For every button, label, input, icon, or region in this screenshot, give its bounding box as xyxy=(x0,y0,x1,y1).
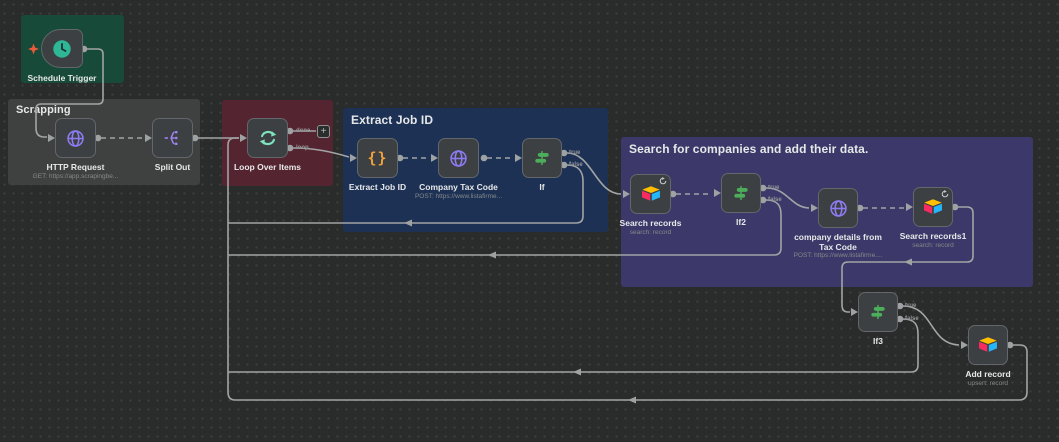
split-out-icon xyxy=(163,128,183,148)
add-node-button[interactable]: + xyxy=(317,125,330,138)
airtable-icon xyxy=(922,196,944,218)
airtable-icon xyxy=(977,334,999,356)
if-filter-icon xyxy=(731,183,751,203)
node-label: If2 xyxy=(736,217,746,227)
globe-icon xyxy=(448,148,469,169)
retry-icon xyxy=(659,177,667,185)
if-filter-icon xyxy=(868,302,888,322)
node-company-tax-code[interactable]: Company Tax Code POST: https://www.lista… xyxy=(438,138,479,178)
node-label: If3 xyxy=(873,336,883,346)
node-loop-over-items[interactable]: Loop Over Items xyxy=(247,118,288,158)
node-http-request[interactable]: HTTP Request GET: https://app.scrapingbe… xyxy=(55,118,96,158)
port-label-if2-true: true xyxy=(768,185,779,192)
port-label-if3-true: true xyxy=(905,303,916,310)
node-company-details-from-tax-code[interactable]: company details from Tax Code POST: http… xyxy=(818,188,858,228)
port-label-if-true: true xyxy=(569,150,580,157)
globe-icon xyxy=(828,198,849,219)
node-label: Search records xyxy=(620,218,682,228)
node-extract-job-id[interactable]: {} Extract Job ID xyxy=(357,138,398,178)
port-label-if3-false: false xyxy=(905,316,919,323)
node-label: Split Out xyxy=(155,162,190,172)
globe-icon xyxy=(65,128,86,149)
node-label: HTTP Request xyxy=(47,162,105,172)
node-add-record[interactable]: Add record upsert: record xyxy=(968,325,1008,365)
node-if2[interactable]: If2 xyxy=(721,173,761,213)
node-label: Add record xyxy=(965,369,1010,379)
sticky-title: Search for companies and add their data. xyxy=(621,137,1033,161)
clock-icon xyxy=(51,38,73,60)
wire-if3-true-to-addrecord xyxy=(903,306,959,345)
retry-icon xyxy=(941,190,949,198)
node-label: Search records1 xyxy=(900,231,967,241)
port-label-if2-false: false xyxy=(768,197,782,204)
workflow-canvas[interactable]: Scrapping Extract Job ID Search for comp… xyxy=(0,0,1059,442)
node-subtitle: POST: https://www.listafirme.... xyxy=(794,252,883,259)
node-split-out[interactable]: Split Out xyxy=(152,118,193,158)
wire-if3-false-feedback xyxy=(228,319,918,372)
node-subtitle: search: record xyxy=(912,242,954,249)
sticky-title: Extract Job ID xyxy=(343,108,608,132)
node-subtitle: GET: https://app.scrapingbe... xyxy=(33,173,119,180)
code-braces-icon: {} xyxy=(367,149,387,167)
node-label: Loop Over Items xyxy=(234,162,301,172)
node-if3[interactable]: If3 xyxy=(858,292,898,332)
node-subtitle: upsert: record xyxy=(968,380,1008,387)
port-label-done: done xyxy=(296,128,310,135)
node-search-records[interactable]: Search records search: record xyxy=(630,174,671,214)
node-label: Extract Job ID xyxy=(349,182,406,192)
node-subtitle: search: record xyxy=(630,229,672,236)
node-label: If xyxy=(539,182,544,192)
node-search-records1[interactable]: Search records1 search: record xyxy=(913,187,953,227)
port-label-loop: loop xyxy=(296,145,309,152)
node-schedule-trigger[interactable]: Schedule Trigger xyxy=(41,29,83,68)
port-label-if-false: false xyxy=(569,162,583,169)
node-subtitle: POST: https://www.listafirme... xyxy=(415,193,502,200)
airtable-icon xyxy=(640,183,662,205)
spark-icon xyxy=(28,43,39,54)
node-label: company details from Tax Code xyxy=(788,232,888,252)
node-if[interactable]: If xyxy=(522,138,562,178)
loop-icon xyxy=(257,127,279,149)
node-label: Schedule Trigger xyxy=(28,73,97,83)
node-label: Company Tax Code xyxy=(419,182,498,192)
if-filter-icon xyxy=(532,148,552,168)
